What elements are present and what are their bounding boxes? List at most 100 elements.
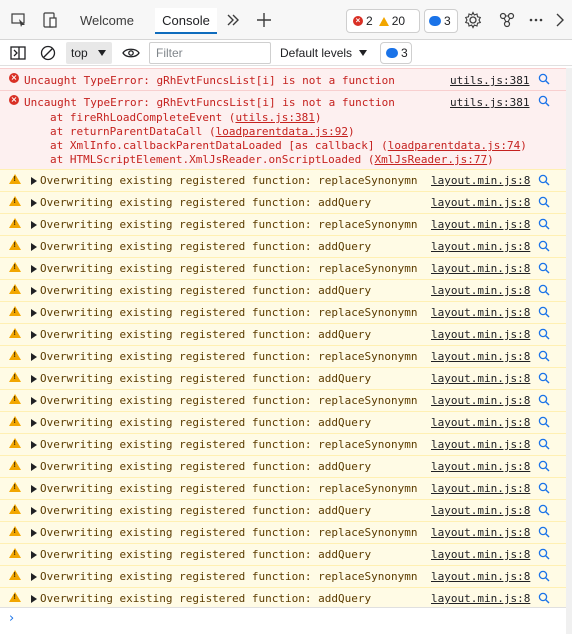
source-link[interactable]: layout.min.js:8	[431, 459, 530, 474]
source-link[interactable]: layout.min.js:8	[431, 481, 530, 496]
search-icon[interactable]	[538, 95, 550, 107]
stack-frame-link[interactable]: utils.js:381	[235, 111, 314, 124]
source-link[interactable]: layout.min.js:8	[431, 525, 530, 540]
search-icon[interactable]	[538, 350, 550, 362]
filter-input[interactable]	[149, 42, 271, 64]
warning-message-row[interactable]: Overwriting existing registered function…	[0, 367, 566, 389]
expand-arrow-icon[interactable]	[31, 353, 37, 361]
search-icon[interactable]	[538, 482, 550, 494]
log-levels-dropdown[interactable]: Default levels	[280, 42, 368, 64]
settings-gear-icon[interactable]	[463, 10, 483, 30]
source-link[interactable]: layout.min.js:8	[431, 393, 530, 408]
source-link[interactable]: utils.js:381	[450, 73, 529, 88]
source-link[interactable]: layout.min.js:8	[431, 371, 530, 386]
live-expression-eye-icon[interactable]	[121, 43, 141, 63]
search-icon[interactable]	[538, 460, 550, 472]
more-options-icon[interactable]	[526, 10, 546, 30]
expand-arrow-icon[interactable]	[31, 309, 37, 317]
console-prompt[interactable]: ›	[0, 607, 566, 629]
source-link[interactable]: layout.min.js:8	[431, 239, 530, 254]
search-icon[interactable]	[538, 548, 550, 560]
warning-message-row[interactable]: Overwriting existing registered function…	[0, 323, 566, 345]
source-link[interactable]: layout.min.js:8	[431, 217, 530, 232]
expand-arrow-icon[interactable]	[31, 419, 37, 427]
search-icon[interactable]	[538, 262, 550, 274]
expand-arrow-icon[interactable]	[31, 287, 37, 295]
search-icon[interactable]	[538, 218, 550, 230]
stack-frame-link[interactable]: loadparentdata.js:74	[388, 139, 520, 152]
expand-arrow-icon[interactable]	[31, 177, 37, 185]
source-link[interactable]: layout.min.js:8	[431, 327, 530, 342]
search-icon[interactable]	[538, 73, 550, 85]
warning-message-row[interactable]: Overwriting existing registered function…	[0, 587, 566, 609]
search-icon[interactable]	[538, 526, 550, 538]
search-icon[interactable]	[538, 394, 550, 406]
source-link[interactable]: layout.min.js:8	[431, 591, 530, 606]
message-count-badge[interactable]: 3	[424, 9, 458, 33]
source-link[interactable]: layout.min.js:8	[431, 195, 530, 210]
warning-message-row[interactable]: Overwriting existing registered function…	[0, 169, 566, 191]
search-icon[interactable]	[538, 438, 550, 450]
search-icon[interactable]	[538, 416, 550, 428]
tab-welcome[interactable]: Welcome	[70, 8, 144, 34]
warning-message-row[interactable]: Overwriting existing registered function…	[0, 455, 566, 477]
search-icon[interactable]	[538, 504, 550, 516]
error-message-row[interactable]: × Uncaught TypeError: gRhEvtFuncsList[i]…	[0, 90, 566, 169]
expand-arrow-icon[interactable]	[31, 551, 37, 559]
search-icon[interactable]	[538, 174, 550, 186]
expand-arrow-icon[interactable]	[31, 265, 37, 273]
source-link[interactable]: layout.min.js:8	[431, 437, 530, 452]
warning-message-row[interactable]: Overwriting existing registered function…	[0, 499, 566, 521]
search-icon[interactable]	[538, 196, 550, 208]
expand-arrow-icon[interactable]	[31, 529, 37, 537]
warning-message-row[interactable]: Overwriting existing registered function…	[0, 257, 566, 279]
warning-message-row[interactable]: Overwriting existing registered function…	[0, 345, 566, 367]
search-icon[interactable]	[538, 592, 550, 604]
tab-console[interactable]: Console	[155, 8, 217, 34]
warning-message-row[interactable]: Overwriting existing registered function…	[0, 235, 566, 257]
search-icon[interactable]	[538, 306, 550, 318]
context-selector[interactable]: top	[66, 42, 112, 64]
source-link[interactable]: utils.js:381	[450, 95, 529, 110]
source-link[interactable]: layout.min.js:8	[431, 261, 530, 276]
network-connections-icon[interactable]	[497, 10, 517, 30]
expand-arrow-icon[interactable]	[31, 397, 37, 405]
search-icon[interactable]	[538, 284, 550, 296]
source-link[interactable]: layout.min.js:8	[431, 415, 530, 430]
add-tab-icon[interactable]	[254, 10, 274, 30]
more-tabs-icon[interactable]	[223, 10, 243, 30]
issue-counts-badge[interactable]: × 2 20	[346, 9, 420, 33]
search-icon[interactable]	[538, 372, 550, 384]
inspect-element-icon[interactable]	[9, 10, 29, 30]
source-link[interactable]: layout.min.js:8	[431, 283, 530, 298]
warning-message-row[interactable]: Overwriting existing registered function…	[0, 477, 566, 499]
toggle-sidebar-icon[interactable]	[8, 43, 28, 63]
log-scrollbar[interactable]	[566, 68, 572, 634]
error-message-row[interactable]: × Uncaught TypeError: gRhEvtFuncsList[i]…	[0, 68, 566, 90]
stack-frame-link[interactable]: loadparentdata.js:92	[216, 125, 348, 138]
source-link[interactable]: layout.min.js:8	[431, 349, 530, 364]
expand-arrow-icon[interactable]	[31, 331, 37, 339]
source-link[interactable]: layout.min.js:8	[431, 305, 530, 320]
expand-arrow-icon[interactable]	[31, 441, 37, 449]
console-messages-badge[interactable]: 3	[380, 42, 412, 64]
warning-message-row[interactable]: Overwriting existing registered function…	[0, 191, 566, 213]
expand-arrow-icon[interactable]	[31, 221, 37, 229]
warning-message-row[interactable]: Overwriting existing registered function…	[0, 521, 566, 543]
overflow-chevron-icon[interactable]	[552, 10, 568, 30]
source-link[interactable]: layout.min.js:8	[431, 569, 530, 584]
clear-console-icon[interactable]	[38, 43, 58, 63]
expand-arrow-icon[interactable]	[31, 463, 37, 471]
warning-message-row[interactable]: Overwriting existing registered function…	[0, 389, 566, 411]
stack-frame-link[interactable]: XmlJsReader.js:77	[375, 153, 488, 166]
source-link[interactable]: layout.min.js:8	[431, 503, 530, 518]
expand-arrow-icon[interactable]	[31, 573, 37, 581]
expand-arrow-icon[interactable]	[31, 243, 37, 251]
warning-message-row[interactable]: Overwriting existing registered function…	[0, 279, 566, 301]
warning-message-row[interactable]: Overwriting existing registered function…	[0, 565, 566, 587]
expand-arrow-icon[interactable]	[31, 595, 37, 603]
source-link[interactable]: layout.min.js:8	[431, 173, 530, 188]
source-link[interactable]: layout.min.js:8	[431, 547, 530, 562]
warning-message-row[interactable]: Overwriting existing registered function…	[0, 411, 566, 433]
search-icon[interactable]	[538, 328, 550, 340]
